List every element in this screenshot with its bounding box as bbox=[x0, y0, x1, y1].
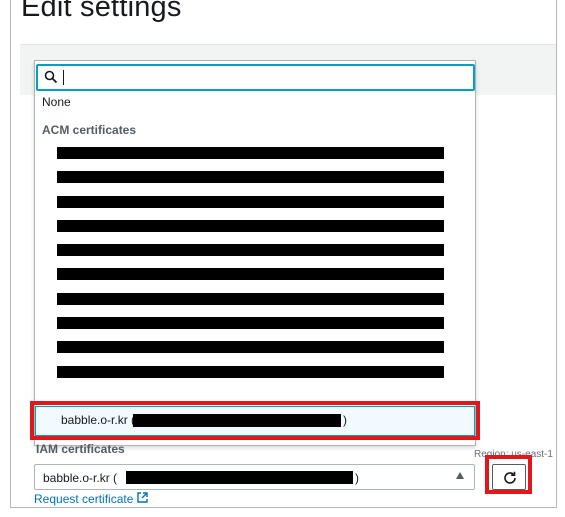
certificate-filter[interactable] bbox=[36, 64, 475, 91]
filter-input[interactable] bbox=[62, 67, 462, 88]
option-none[interactable]: None bbox=[42, 95, 71, 109]
acm-certificate-list bbox=[34, 141, 474, 384]
certificate-select[interactable]: babble.o-r.kr ( ) bbox=[34, 464, 475, 490]
acm-option[interactable] bbox=[34, 360, 474, 384]
page-title: Edit settings bbox=[21, 0, 182, 23]
acm-option[interactable] bbox=[34, 190, 474, 214]
redaction-bar bbox=[57, 317, 444, 330]
redaction-bar bbox=[57, 171, 444, 184]
acm-option[interactable] bbox=[34, 214, 474, 238]
search-icon bbox=[44, 70, 58, 84]
select-value-prefix: babble.o-r.kr ( bbox=[43, 471, 118, 485]
request-certificate-link[interactable]: Request certificate bbox=[34, 492, 149, 506]
select-value-suffix: ) bbox=[355, 471, 359, 485]
request-certificate-label: Request certificate bbox=[34, 492, 134, 506]
redaction-bar bbox=[57, 244, 444, 257]
acm-option[interactable] bbox=[34, 238, 474, 262]
acm-option[interactable] bbox=[34, 287, 474, 311]
annotation-highlight-refresh bbox=[485, 455, 532, 494]
group-label-iam: IAM certificates bbox=[36, 442, 125, 456]
redaction-bar bbox=[57, 195, 444, 208]
group-label-acm: ACM certificates bbox=[42, 123, 137, 137]
triangle-up-icon bbox=[456, 472, 464, 479]
acm-option[interactable] bbox=[34, 311, 474, 335]
redaction-bar bbox=[57, 268, 444, 281]
acm-option[interactable] bbox=[34, 141, 474, 165]
redaction-bar bbox=[57, 219, 444, 232]
external-link-icon bbox=[137, 492, 149, 506]
acm-option[interactable] bbox=[34, 165, 474, 189]
redaction-bar bbox=[126, 471, 353, 484]
redaction-bar bbox=[57, 341, 444, 354]
acm-option[interactable] bbox=[34, 262, 474, 286]
annotation-highlight-selected-option bbox=[30, 401, 480, 440]
redaction-bar bbox=[57, 147, 444, 159]
redaction-bar bbox=[57, 292, 444, 305]
redaction-bar bbox=[57, 365, 444, 378]
acm-option[interactable] bbox=[34, 335, 474, 359]
